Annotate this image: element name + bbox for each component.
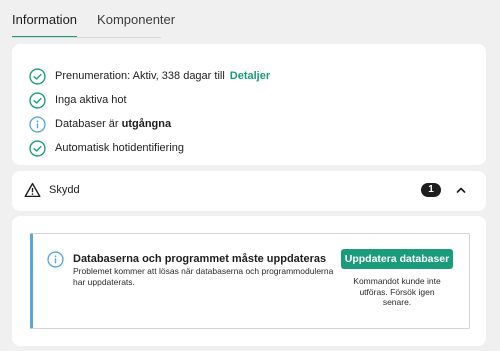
protection-section-header[interactable]: Skydd 1: [12, 171, 486, 211]
status-list: Prenumeration: Aktiv, 338 dagar till Det…: [29, 64, 270, 160]
check-circle-icon: [29, 139, 46, 157]
status-item-emphasis: utgångna: [121, 118, 172, 130]
tab-bar: Information Komponenter: [12, 0, 175, 38]
notice-title: Databaserna och programmet måste uppdate…: [73, 253, 327, 265]
info-circle-icon: [29, 115, 46, 133]
status-item-auto-detection: Automatisk hotidentifiering: [29, 136, 270, 160]
update-required-notice: Databaserna och programmet måste uppdate…: [30, 233, 470, 329]
update-error-note: Kommandot kunde inte utföras. Försök ige…: [353, 276, 441, 307]
update-databases-button[interactable]: Uppdatera databaser: [341, 249, 453, 269]
issue-count-badge: 1: [421, 183, 441, 197]
status-card: Prenumeration: Aktiv, 338 dagar till Det…: [12, 44, 486, 165]
protection-section-body: Databaserna och programmet måste uppdate…: [12, 216, 486, 346]
info-circle-icon: [47, 251, 64, 268]
warning-triangle-icon: [24, 182, 41, 198]
protection-label: Skydd: [49, 184, 80, 196]
notice-description: Problemet kommer att lösas när databaser…: [73, 266, 334, 287]
check-circle-icon: [29, 67, 46, 85]
status-item-subscription: Prenumeration: Aktiv, 338 dagar till Det…: [29, 64, 270, 88]
status-item-databases: Databaser är utgångna: [29, 112, 270, 136]
status-item-label: Prenumeration: Aktiv, 338 dagar till: [55, 70, 225, 82]
details-link[interactable]: Detaljer: [230, 69, 270, 83]
tab-bar-divider: [12, 37, 161, 38]
status-item-label: Inga aktiva hot: [55, 94, 127, 106]
status-item-threats: Inga aktiva hot: [29, 88, 270, 112]
tab-komponenter[interactable]: Komponenter: [97, 0, 175, 38]
check-circle-icon: [29, 91, 46, 109]
tab-information[interactable]: Information: [12, 0, 78, 38]
page: Information Komponenter Prenumeration: A…: [0, 0, 500, 351]
status-item-label: Databaser är: [55, 118, 119, 130]
chevron-up-icon[interactable]: [454, 184, 468, 196]
status-item-label: Automatisk hotidentifiering: [55, 142, 185, 154]
